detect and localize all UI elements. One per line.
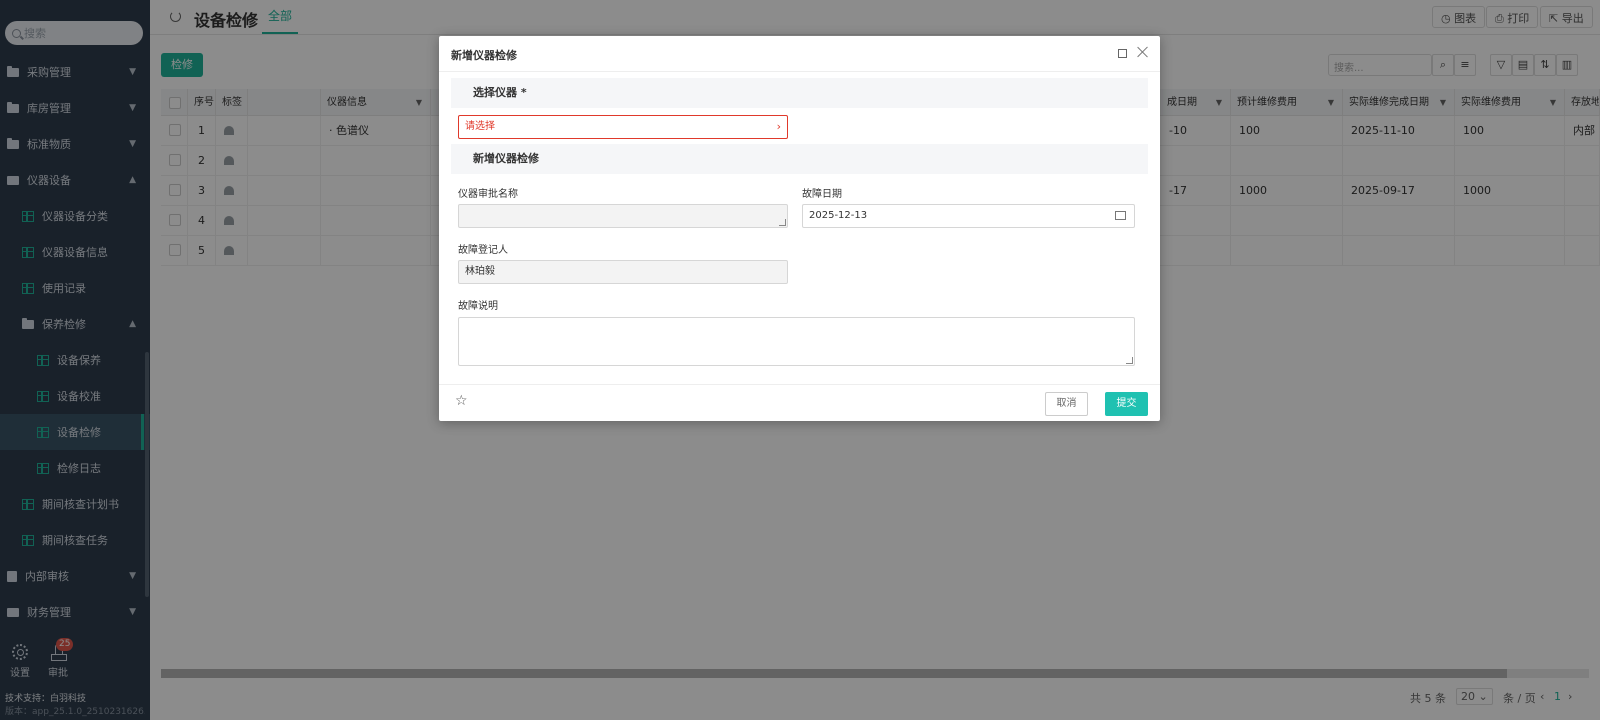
calendar-icon[interactable] [1115, 211, 1126, 220]
registrant-label: 故障登记人 [458, 245, 508, 256]
add-repair-dialog: 新增仪器检修 选择仪器 * 请选择 › 新增仪器检修 仪器审批名称 故障日期 2… [439, 36, 1160, 421]
dialog-header: 新增仪器检修 [439, 36, 1160, 72]
section-select-instrument: 选择仪器 * [451, 78, 1148, 108]
approval-name-label: 仪器审批名称 [458, 189, 518, 200]
fault-date-field[interactable]: 2025-12-13 [802, 204, 1135, 228]
resize-handle-icon[interactable] [779, 219, 786, 226]
section-add-repair: 新增仪器检修 [451, 144, 1148, 174]
cancel-button[interactable]: 取消 [1045, 392, 1088, 416]
fault-desc-textarea[interactable] [458, 317, 1135, 366]
maximize-icon[interactable] [1118, 49, 1127, 58]
dialog-title: 新增仪器检修 [451, 49, 517, 62]
instrument-select[interactable]: 请选择 › [458, 115, 788, 139]
fault-date-label: 故障日期 [802, 189, 842, 200]
close-icon[interactable] [1136, 45, 1150, 59]
registrant-field[interactable]: 林珀毅 [458, 260, 788, 284]
resize-handle-icon[interactable] [1126, 357, 1133, 364]
fault-desc-label: 故障说明 [458, 301, 498, 312]
chevron-right-icon: › [776, 120, 781, 133]
approval-name-field[interactable] [458, 204, 788, 228]
star-icon[interactable]: ☆ [455, 393, 468, 409]
dialog-footer: ☆ 取消 提交 [439, 384, 1160, 421]
submit-button[interactable]: 提交 [1105, 392, 1148, 416]
